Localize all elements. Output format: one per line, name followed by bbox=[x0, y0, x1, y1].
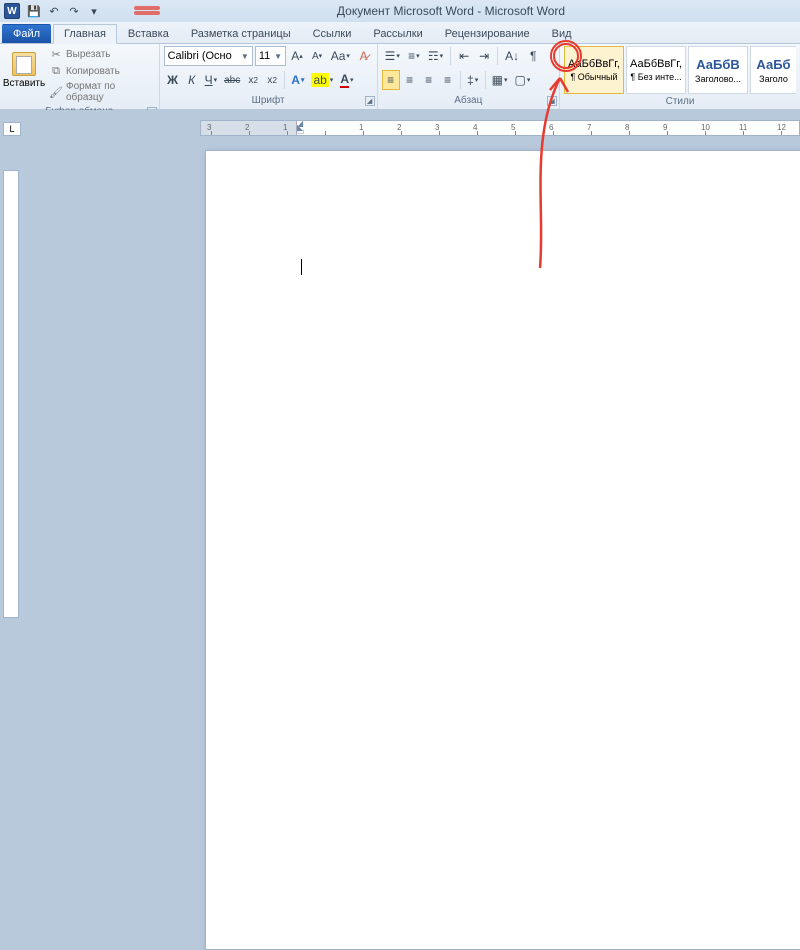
cut-button[interactable]: ✂Вырезать bbox=[46, 46, 155, 62]
format-painter-label: Формат по образцу bbox=[66, 81, 152, 103]
bold-button[interactable]: Ж bbox=[164, 70, 182, 90]
sort-button[interactable]: A↓ bbox=[502, 46, 522, 66]
font-dialog-launcher[interactable]: ◢ bbox=[365, 96, 375, 106]
tab-mailings[interactable]: Рассылки bbox=[362, 24, 433, 43]
ribbon: Вставить ✂Вырезать ⧉Копировать 🖌Формат п… bbox=[0, 44, 800, 110]
superscript-button[interactable]: x2 bbox=[263, 70, 281, 90]
paragraph-dialog-launcher[interactable]: ◢ bbox=[547, 96, 557, 106]
style-heading1[interactable]: АаБбВЗаголово... bbox=[688, 46, 748, 94]
subscript-button[interactable]: x2 bbox=[244, 70, 262, 90]
cut-label: Вырезать bbox=[66, 49, 110, 60]
highlight-button[interactable]: ab▾ bbox=[308, 70, 336, 90]
align-center-button[interactable]: ≡ bbox=[401, 70, 419, 90]
tab-references[interactable]: Ссылки bbox=[302, 24, 363, 43]
format-painter-icon: 🖌 bbox=[49, 85, 63, 99]
strikethrough-button[interactable]: abc bbox=[221, 70, 243, 90]
ribbon-tabs: Файл Главная Вставка Разметка страницы С… bbox=[0, 22, 800, 44]
cut-icon: ✂ bbox=[49, 47, 63, 61]
save-icon[interactable]: 💾 bbox=[26, 3, 42, 19]
numbering-button[interactable]: ≡▾ bbox=[405, 46, 423, 66]
redo-icon[interactable]: ↷ bbox=[66, 3, 82, 19]
tab-insert[interactable]: Вставка bbox=[117, 24, 180, 43]
group-paragraph: ☰▾ ≡▾ ☶▾ ⇤ ⇥ A↓ ¶ ≡ ≡ ≡ ≡ ‡▾ ▦▾ ▢▾ bbox=[378, 44, 560, 109]
title-bar: W 💾 ↶ ↷ ▾ Документ Microsoft Word - Micr… bbox=[0, 0, 800, 22]
font-color-button[interactable]: A▾ bbox=[337, 70, 356, 90]
change-case-button[interactable]: Aa▾ bbox=[328, 46, 353, 66]
workspace: L 321123456789101112131415◢◣▭ bbox=[0, 110, 800, 618]
app-icon: W bbox=[4, 3, 20, 19]
annotation-scribble bbox=[134, 6, 160, 18]
style-no-spacing[interactable]: АаБбВвГг,¶ Без инте... bbox=[626, 46, 686, 94]
group-label-styles: Стили bbox=[560, 96, 800, 109]
multilevel-list-button[interactable]: ☶▾ bbox=[425, 46, 446, 66]
tab-file[interactable]: Файл bbox=[2, 24, 51, 43]
borders-button[interactable]: ▢▾ bbox=[511, 70, 533, 90]
copy-label: Копировать bbox=[66, 66, 120, 77]
window-title: Документ Microsoft Word - Microsoft Word bbox=[102, 4, 800, 18]
line-spacing-button[interactable]: ‡▾ bbox=[464, 70, 482, 90]
document-page[interactable] bbox=[205, 150, 800, 950]
tab-home[interactable]: Главная bbox=[53, 24, 117, 44]
paste-label: Вставить bbox=[3, 78, 45, 89]
style-heading2[interactable]: АаБбЗаголо bbox=[750, 46, 796, 94]
tab-stop-selector[interactable]: L bbox=[3, 122, 21, 136]
bullets-button[interactable]: ☰▾ bbox=[382, 46, 403, 66]
group-label-font: Шрифт◢ bbox=[160, 95, 377, 109]
style-normal[interactable]: АаБбВвГг,¶ Обычный bbox=[564, 46, 624, 94]
undo-icon[interactable]: ↶ bbox=[46, 3, 62, 19]
grow-font-button[interactable]: A▴ bbox=[288, 46, 306, 66]
group-clipboard: Вставить ✂Вырезать ⧉Копировать 🖌Формат п… bbox=[0, 44, 160, 109]
underline-button[interactable]: Ч▾ bbox=[202, 70, 221, 90]
increase-indent-button[interactable]: ⇥ bbox=[475, 46, 493, 66]
text-cursor bbox=[301, 259, 302, 275]
decrease-indent-button[interactable]: ⇤ bbox=[455, 46, 473, 66]
vertical-ruler[interactable] bbox=[3, 170, 19, 618]
quick-access-toolbar: 💾 ↶ ↷ ▾ bbox=[26, 3, 102, 19]
horizontal-ruler[interactable]: 321123456789101112131415◢◣▭ bbox=[200, 120, 800, 136]
tab-page-layout[interactable]: Разметка страницы bbox=[180, 24, 302, 43]
font-size-combo[interactable]: 11▼ bbox=[255, 46, 286, 66]
font-name-combo[interactable]: Calibri (Осно▼ bbox=[164, 46, 253, 66]
shrink-font-button[interactable]: A▾ bbox=[308, 46, 326, 66]
group-label-paragraph: Абзац◢ bbox=[378, 95, 559, 109]
group-styles: АаБбВвГг,¶ Обычный АаБбВвГг,¶ Без инте..… bbox=[560, 44, 800, 109]
tab-view[interactable]: Вид bbox=[541, 24, 583, 43]
text-effects-button[interactable]: A▾ bbox=[288, 70, 307, 90]
justify-button[interactable]: ≡ bbox=[439, 70, 457, 90]
italic-button[interactable]: К bbox=[183, 70, 201, 90]
show-hide-pilcrow-button[interactable]: ¶ bbox=[524, 46, 542, 66]
paste-button[interactable]: Вставить bbox=[4, 46, 44, 94]
clear-formatting-button[interactable]: A̷ bbox=[355, 46, 373, 66]
align-left-button[interactable]: ≡ bbox=[382, 70, 400, 90]
shading-button[interactable]: ▦▾ bbox=[489, 70, 511, 90]
copy-icon: ⧉ bbox=[49, 64, 63, 78]
tab-review[interactable]: Рецензирование bbox=[434, 24, 541, 43]
qat-customize-icon[interactable]: ▾ bbox=[86, 3, 102, 19]
group-font: Calibri (Осно▼ 11▼ A▴ A▾ Aa▾ A̷ Ж К Ч▾ a… bbox=[160, 44, 378, 109]
align-right-button[interactable]: ≡ bbox=[420, 70, 438, 90]
copy-button[interactable]: ⧉Копировать bbox=[46, 63, 155, 79]
paste-icon bbox=[12, 52, 36, 76]
format-painter-button[interactable]: 🖌Формат по образцу bbox=[46, 80, 155, 104]
